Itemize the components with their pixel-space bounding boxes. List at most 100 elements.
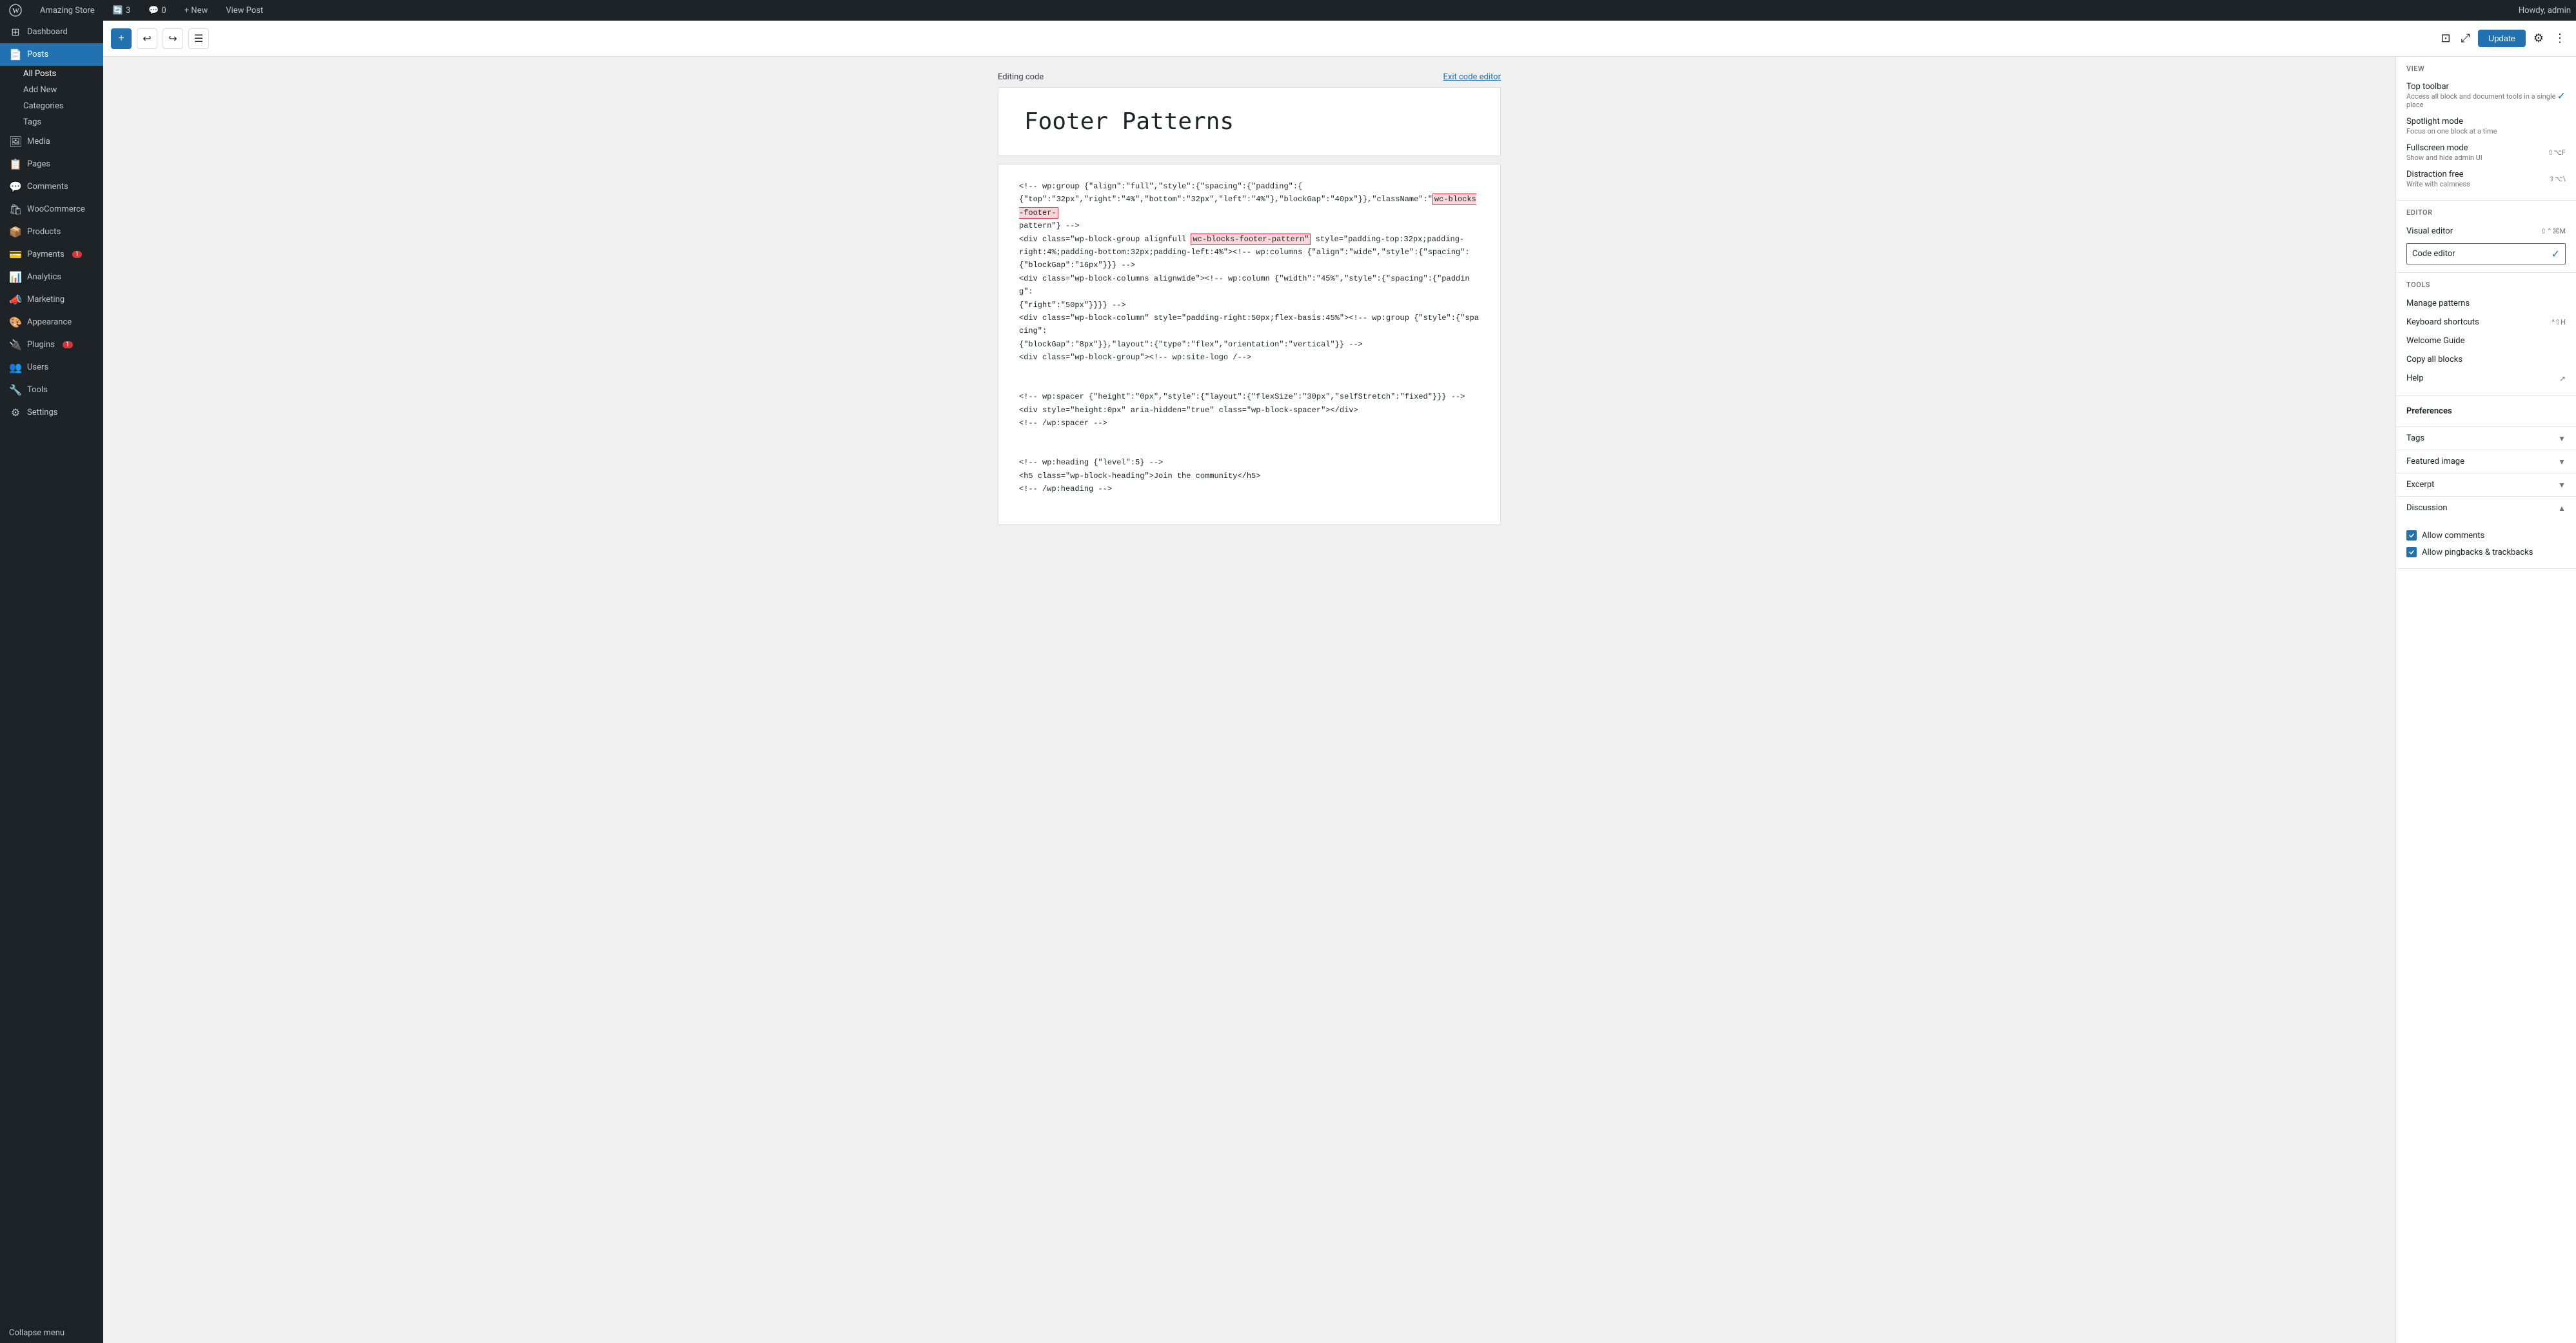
visual-editor-item[interactable]: Visual editor ⇧⌃⌘M (2406, 222, 2566, 241)
sidebar-item-label: Media (27, 137, 50, 146)
allow-pingbacks-label: Allow pingbacks & trackbacks (2422, 548, 2533, 557)
excerpt-label: Excerpt (2406, 480, 2434, 490)
update-button[interactable]: Update (2478, 30, 2526, 47)
sidebar-item-pages[interactable]: 📋 Pages (0, 153, 103, 175)
admin-bar: W Amazing Store 🔄 3 💬 0 + New View Post … (0, 0, 2576, 21)
sidebar-item-label: Users (27, 363, 48, 372)
media-icon: 🖼 (9, 135, 22, 148)
allow-pingbacks-checkbox[interactable] (2406, 547, 2417, 557)
top-toolbar-subtitle: Access all block and document tools in a… (2406, 92, 2557, 109)
site-name-item[interactable]: Amazing Store (36, 0, 99, 21)
sidebar-item-media[interactable]: 🖼 Media (0, 130, 103, 153)
featured-image-accordion-header[interactable]: Featured image ▼ (2396, 450, 2576, 473)
sidebar-item-label: Comments (27, 182, 68, 192)
sidebar-item-label: Plugins (27, 340, 55, 350)
code-editor-block[interactable]: <!-- wp:group {"align":"full","style":{"… (998, 164, 1501, 525)
keyboard-shortcuts-item[interactable]: Keyboard shortcuts ^⇧H (2406, 313, 2566, 332)
woocommerce-icon: 🛍 (9, 203, 22, 215)
sidebar-item-label: Dashboard (27, 27, 68, 37)
sidebar-item-analytics[interactable]: 📊 Analytics (0, 266, 103, 288)
code-editor-check: ✓ (2551, 248, 2560, 260)
welcome-guide-item[interactable]: Welcome Guide (2406, 332, 2566, 350)
discussion-content: Allow comments Allow pingbacks & trackba… (2396, 519, 2576, 568)
updates-item[interactable]: 🔄 3 (109, 0, 135, 21)
plugins-badge: 1 (63, 341, 73, 348)
sidebar-item-tags[interactable]: Tags (0, 114, 103, 130)
sidebar-item-label: Pages (27, 159, 50, 169)
title-block: Footer Patterns (998, 87, 1501, 156)
wp-logo-item[interactable]: W (5, 0, 26, 21)
sidebar-item-label: Posts (27, 50, 48, 59)
manage-patterns-item[interactable]: Manage patterns (2406, 294, 2566, 313)
excerpt-accordion-header[interactable]: Excerpt ▼ (2396, 473, 2576, 496)
new-item[interactable]: + New (181, 0, 212, 21)
tags-accordion[interactable]: Tags ▼ (2396, 427, 2576, 450)
sidebar-item-marketing[interactable]: 📣 Marketing (0, 288, 103, 311)
settings-icon: ⚙ (9, 406, 22, 419)
tags-accordion-header[interactable]: Tags ▼ (2396, 427, 2576, 450)
distraction-subtitle: Write with calmness (2406, 180, 2470, 188)
more-options-button[interactable]: ⋮ (2551, 29, 2568, 48)
settings-toggle-button[interactable]: ⚙ (2531, 29, 2546, 48)
distraction-row[interactable]: Distraction free Write with calmness ⇧⌥\ (2406, 166, 2566, 192)
top-toolbar-row[interactable]: Top toolbar Access all block and documen… (2406, 78, 2566, 113)
list-view-button[interactable]: ☰ (188, 28, 209, 49)
fullscreen-row[interactable]: Fullscreen mode Show and hide admin UI ⇧… (2406, 139, 2566, 166)
preferences-section: Preferences (2396, 396, 2576, 427)
editing-code-bar: Editing code Exit code editor (998, 72, 1501, 87)
excerpt-accordion[interactable]: Excerpt ▼ (2396, 473, 2576, 497)
spotlight-row[interactable]: Spotlight mode Focus on one block at a t… (2406, 113, 2566, 139)
sidebar-item-appearance[interactable]: 🎨 Appearance (0, 311, 103, 333)
right-panel: VIEW Top toolbar Access all block and do… (2395, 57, 2576, 1343)
copy-all-blocks-item[interactable]: Copy all blocks (2406, 350, 2566, 369)
preview-button[interactable]: ⊡ (2438, 29, 2453, 48)
share-button[interactable]: ⤢ (2459, 29, 2473, 48)
sidebar-item-payments[interactable]: 💳 Payments 1 (0, 243, 103, 266)
sidebar-item-woocommerce[interactable]: 🛍 WooCommerce (0, 198, 103, 221)
visual-editor-shortcut: ⇧⌃⌘M (2541, 227, 2566, 235)
manage-patterns-label: Manage patterns (2406, 299, 2470, 308)
editor-section: EDITOR Visual editor ⇧⌃⌘M Code editor ✓ (2396, 201, 2576, 273)
tags-accordion-label: Tags (2406, 433, 2424, 443)
discussion-accordion[interactable]: Discussion ▲ Allow comments (2396, 497, 2576, 569)
post-title[interactable]: Footer Patterns (1024, 108, 1474, 135)
featured-image-accordion[interactable]: Featured image ▼ (2396, 450, 2576, 473)
sidebar-item-all-posts[interactable]: All Posts (0, 66, 103, 82)
discussion-accordion-header[interactable]: Discussion ▲ (2396, 497, 2576, 519)
undo-button[interactable]: ↩ (137, 28, 157, 49)
add-block-button[interactable]: + (111, 28, 132, 49)
sidebar-item-settings[interactable]: ⚙ Settings (0, 401, 103, 424)
code-editor-item[interactable]: Code editor ✓ (2406, 243, 2566, 264)
redo-button[interactable]: ↪ (163, 28, 183, 49)
sidebar-item-categories[interactable]: Categories (0, 98, 103, 114)
tools-icon: 🔧 (9, 384, 22, 396)
sidebar-item-dashboard[interactable]: ⊞ Dashboard (0, 21, 103, 43)
exit-code-editor-link[interactable]: Exit code editor (1443, 72, 1501, 82)
sidebar-item-label: Tools (27, 385, 48, 395)
sidebar-item-plugins[interactable]: 🔌 Plugins 1 (0, 333, 103, 356)
sidebar-item-label: Payments (27, 250, 64, 259)
sidebar-item-comments[interactable]: 💬 Comments (0, 175, 103, 198)
allow-pingbacks-row[interactable]: Allow pingbacks & trackbacks (2406, 544, 2566, 561)
help-item[interactable]: Help ↗ (2406, 369, 2566, 388)
sidebar-item-users[interactable]: 👥 Users (0, 356, 103, 379)
sidebar-item-posts[interactable]: 📄 Posts (0, 43, 103, 66)
allow-comments-checkbox[interactable] (2406, 530, 2417, 541)
highlight-classname2: wc-blocks-footer-pattern" (1191, 234, 1311, 245)
allow-comments-row[interactable]: Allow comments (2406, 527, 2566, 544)
top-toolbar-label: Top toolbar (2406, 82, 2557, 92)
view-post-item[interactable]: View Post (222, 0, 267, 21)
users-icon: 👥 (9, 361, 22, 373)
tools-section: TOOLS Manage patterns Keyboard shortcuts… (2396, 273, 2576, 396)
sidebar-item-tools[interactable]: 🔧 Tools (0, 379, 103, 401)
comments-item[interactable]: 💬 0 (144, 0, 170, 21)
tags-chevron-icon: ▼ (2558, 434, 2566, 443)
sidebar-item-label: Products (27, 227, 61, 237)
sidebar-item-add-new[interactable]: Add New (0, 82, 103, 98)
collapse-menu-button[interactable]: Collapse menu (0, 1323, 103, 1343)
updates-count: 3 (126, 6, 130, 15)
view-section: VIEW Top toolbar Access all block and do… (2396, 57, 2576, 201)
sidebar-item-products[interactable]: 📦 Products (0, 221, 103, 243)
pages-icon: 📋 (9, 158, 22, 170)
editor-section-label: EDITOR (2406, 208, 2566, 217)
